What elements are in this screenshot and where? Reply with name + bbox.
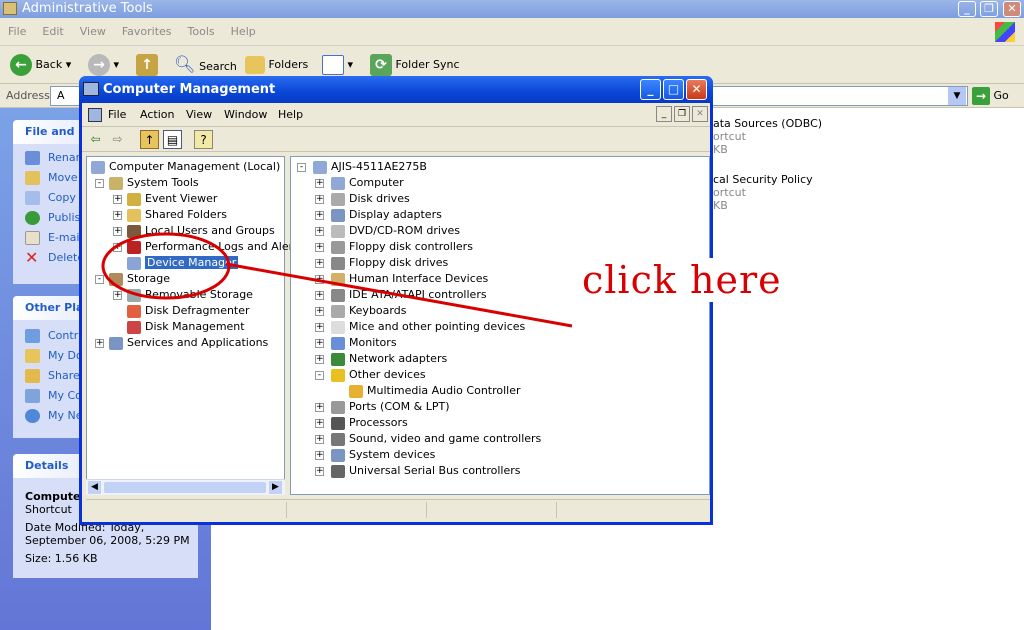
click-here-annotation: click here: [578, 258, 786, 302]
highlight-circle: [101, 232, 231, 300]
annotation-overlay: [101, 232, 573, 328]
pointer-line: [225, 262, 573, 328]
